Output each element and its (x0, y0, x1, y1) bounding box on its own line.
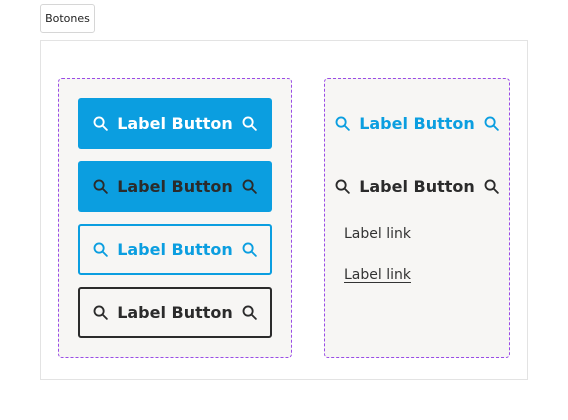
button-label: Label Button (117, 113, 233, 133)
search-icon (241, 178, 258, 195)
search-icon (92, 304, 109, 321)
search-icon (241, 241, 258, 258)
search-icon (334, 115, 351, 132)
button-label: Label Button (359, 176, 475, 196)
search-icon (334, 178, 351, 195)
button-label: Label Button (359, 113, 475, 133)
outline-button-dark[interactable]: Label Button (78, 287, 272, 338)
button-label: Label Button (117, 302, 233, 322)
search-icon (92, 115, 109, 132)
tab-botones[interactable]: Botones (40, 4, 95, 33)
link-underlined[interactable]: Label link (344, 267, 411, 283)
search-icon (241, 304, 258, 321)
ghost-button-dark[interactable]: Label Button (334, 171, 500, 201)
search-icon (92, 178, 109, 195)
search-icon (483, 178, 500, 195)
search-icon (483, 115, 500, 132)
ghost-button-blue[interactable]: Label Button (334, 108, 500, 138)
outline-button-blue[interactable]: Label Button (78, 224, 272, 275)
search-icon (241, 115, 258, 132)
primary-button-white-text[interactable]: Label Button (78, 98, 272, 149)
tab-label-text: Botones (45, 12, 90, 25)
button-label: Label Button (117, 176, 233, 196)
link-plain[interactable]: Label link (344, 226, 411, 242)
button-label: Label Button (117, 239, 233, 259)
primary-button-dark-text[interactable]: Label Button (78, 161, 272, 212)
search-icon (92, 241, 109, 258)
